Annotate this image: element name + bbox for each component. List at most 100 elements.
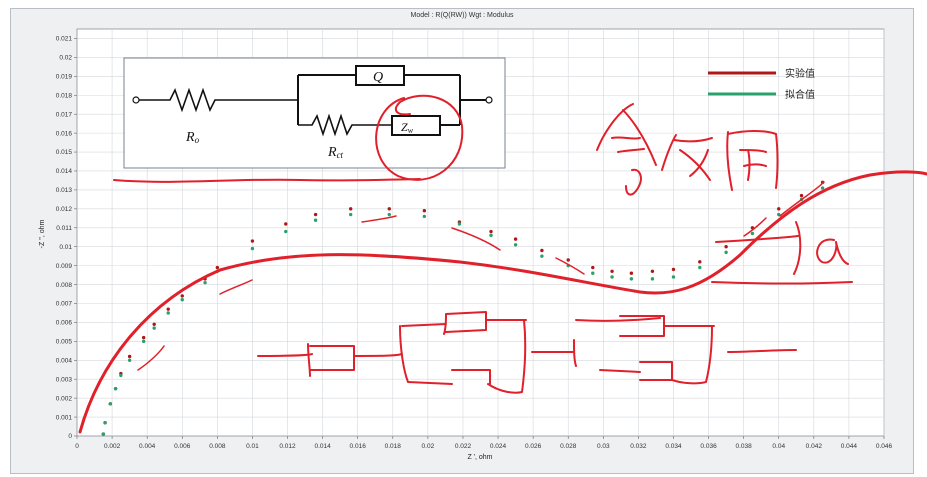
x-tick-label: 0.014 bbox=[314, 443, 331, 450]
y-tick-label: 0.021 bbox=[56, 36, 73, 43]
y-tick-label: 0.012 bbox=[56, 206, 73, 213]
x-tick-label: 0.03 bbox=[597, 443, 610, 450]
legend-label-fitted: 拟合值 bbox=[785, 88, 815, 101]
fitted-point bbox=[610, 275, 614, 279]
fitted-point bbox=[724, 250, 728, 255]
fitted-point bbox=[513, 243, 518, 247]
experimental-point bbox=[313, 212, 318, 217]
circuit-terminal-left bbox=[132, 96, 140, 104]
experimental-point bbox=[650, 269, 655, 274]
y-tick-label: 0.013 bbox=[56, 187, 73, 194]
fitted-point bbox=[101, 432, 106, 436]
experimental-point bbox=[566, 258, 570, 262]
y-tick-label: 0.009 bbox=[56, 263, 73, 270]
x-axis-label: Z ', ohm bbox=[467, 454, 492, 461]
fitted-point bbox=[820, 186, 825, 190]
fitted-point bbox=[591, 271, 595, 275]
x-tick-label: 0 bbox=[75, 443, 79, 450]
label-q: Q bbox=[373, 70, 383, 85]
experimental-point bbox=[540, 248, 544, 253]
fitted-point bbox=[540, 254, 544, 258]
x-tick-label: 0.026 bbox=[525, 443, 542, 450]
fitted-point bbox=[166, 311, 170, 315]
experimental-point bbox=[610, 269, 614, 274]
y-tick-label: 0.019 bbox=[56, 74, 73, 81]
experimental-point bbox=[777, 207, 781, 211]
y-tick-label: 0.007 bbox=[56, 301, 73, 308]
y-tick-label: 0 bbox=[68, 433, 72, 440]
experimental-point bbox=[250, 239, 255, 243]
nyquist-chart: 0 0.002 0.004 0.006 0.008 0.01 0.012 0.014 0.016… bbox=[39, 28, 927, 461]
experimental-point bbox=[387, 207, 391, 211]
y-tick-label: 0.014 bbox=[56, 168, 73, 175]
y-tick-label: 0.003 bbox=[56, 376, 73, 383]
x-tick-label: 0.012 bbox=[279, 443, 296, 450]
fitted-point bbox=[127, 358, 132, 362]
x-tick-label: 0.046 bbox=[876, 443, 893, 450]
fitted-point bbox=[629, 277, 634, 281]
y-tick-label: 0.004 bbox=[56, 357, 73, 364]
x-tick-label: 0.036 bbox=[700, 443, 717, 450]
y-tick-label: 0.018 bbox=[56, 92, 73, 99]
fitted-point bbox=[750, 231, 755, 236]
fitted-point bbox=[671, 275, 676, 279]
fitted-point bbox=[203, 280, 207, 285]
experimental-point bbox=[166, 307, 170, 311]
y-tick-label: 0.002 bbox=[56, 395, 73, 402]
experimental-point bbox=[799, 193, 804, 198]
x-tick-label: 0.02 bbox=[422, 443, 435, 450]
fitted-point bbox=[180, 298, 184, 302]
fitted-point bbox=[489, 233, 493, 238]
x-tick-labels: 0 0.002 0.004 0.006 0.008 0.01 0.012 0.014 0.016… bbox=[75, 436, 893, 450]
experimental-point bbox=[513, 237, 518, 241]
y-tick-label: 0.005 bbox=[56, 339, 73, 346]
y-tick-label: 0.006 bbox=[56, 320, 73, 327]
experimental-point bbox=[127, 354, 132, 359]
x-tick-label: 0.008 bbox=[209, 443, 226, 450]
experimental-point bbox=[348, 207, 353, 211]
experimental-point bbox=[152, 322, 156, 327]
fitted-point bbox=[284, 229, 288, 234]
experimental-point bbox=[284, 222, 288, 226]
y-tick-label: 0.008 bbox=[56, 282, 73, 289]
x-tick-label: 0.034 bbox=[665, 443, 682, 450]
experimental-point bbox=[422, 209, 427, 213]
y-tick-label: 0.016 bbox=[56, 130, 73, 137]
fitted-point bbox=[698, 265, 702, 270]
experimental-point bbox=[489, 229, 493, 234]
x-tick-label: 0.028 bbox=[560, 443, 577, 450]
x-tick-label: 0.018 bbox=[385, 443, 402, 450]
x-tick-label: 0.04 bbox=[772, 443, 785, 450]
legend-label-experimental: 实验值 bbox=[785, 67, 815, 80]
fitted-point bbox=[457, 222, 462, 226]
fitted-point bbox=[313, 218, 318, 222]
warburg-zw-box bbox=[391, 115, 441, 136]
y-tick-label: 0.02 bbox=[59, 55, 72, 62]
fitted-point bbox=[103, 421, 107, 425]
fitted-point bbox=[152, 326, 156, 330]
fitted-point bbox=[108, 402, 113, 406]
fitted-point bbox=[348, 212, 353, 217]
x-tick-label: 0.006 bbox=[174, 443, 191, 450]
x-tick-label: 0.042 bbox=[806, 443, 823, 450]
y-tick-label: 0.011 bbox=[56, 225, 72, 232]
x-tick-label: 0.044 bbox=[841, 443, 858, 450]
circuit-diagram: Ro Rct Q Zw bbox=[123, 57, 506, 169]
fitted-point bbox=[250, 246, 255, 251]
experimental-point bbox=[591, 265, 595, 270]
experimental-point bbox=[724, 244, 728, 249]
x-tick-label: 0.016 bbox=[350, 443, 367, 450]
fitted-point bbox=[113, 386, 118, 391]
fitted-point bbox=[119, 373, 123, 378]
experimental-point bbox=[215, 265, 220, 270]
y-tick-labels: 0 0.001 0.002 0.003 0.004 0.005 0.006 0.007 0.00… bbox=[56, 36, 77, 440]
fitted-point bbox=[387, 212, 391, 217]
y-tick-label: 0.015 bbox=[56, 149, 73, 156]
x-tick-label: 0.032 bbox=[630, 443, 647, 450]
experimental-point bbox=[629, 271, 634, 275]
fitted-point bbox=[650, 277, 655, 281]
x-tick-label: 0.002 bbox=[104, 443, 121, 450]
x-tick-label: 0.022 bbox=[455, 443, 472, 450]
y-tick-label: 0.001 bbox=[56, 414, 73, 421]
y-axis-label: -Z '', ohm bbox=[39, 219, 46, 248]
